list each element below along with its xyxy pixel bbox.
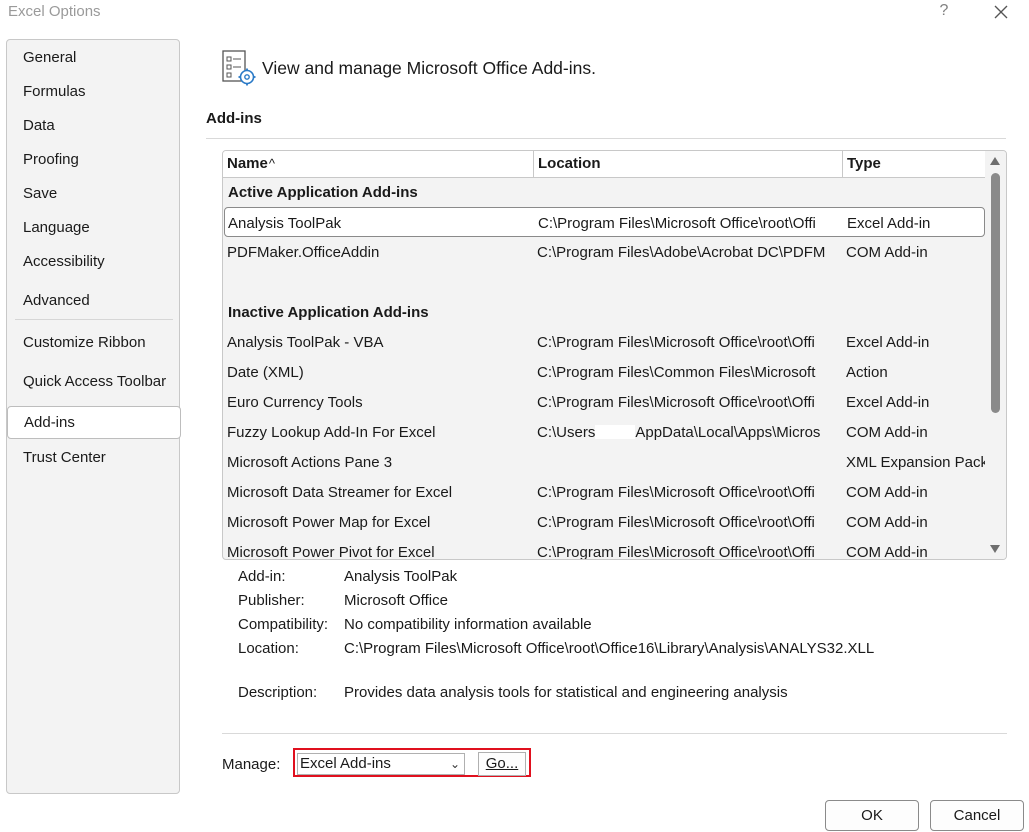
sidebar-item-language[interactable]: Language (23, 219, 90, 236)
ok-button[interactable]: OK (825, 800, 919, 831)
title-bar: Excel Options ? (0, 0, 1029, 26)
addins-table[interactable]: Name^ Location Type Active Application A… (222, 150, 1007, 560)
sidebar-item-formulas[interactable]: Formulas (23, 83, 86, 100)
sidebar-item-add-ins[interactable]: Add-ins (7, 406, 181, 439)
table-row[interactable]: Analysis ToolPak C:\Program Files\Micros… (224, 207, 985, 237)
publisher-label: Publisher: (238, 592, 305, 609)
sidebar-item-proofing[interactable]: Proofing (23, 151, 79, 168)
table-row[interactable]: Date (XML) C:\Program Files\Common Files… (223, 357, 985, 387)
column-header-name[interactable]: Name^ (223, 151, 533, 177)
sidebar-item-save[interactable]: Save (23, 185, 57, 202)
manage-label: Manage: (222, 756, 281, 773)
group-header-inactive: Inactive Application Add-ins (228, 304, 429, 321)
help-icon[interactable]: ? (936, 2, 952, 20)
page-heading: View and manage Microsoft Office Add-ins… (262, 58, 596, 78)
bottom-divider (222, 733, 1007, 734)
column-header-location[interactable]: Location (533, 151, 843, 177)
close-icon[interactable] (991, 2, 1011, 22)
redacted-username (595, 425, 636, 439)
section-title: Add-ins (206, 110, 262, 127)
location-cell: C:\Users AppData\Local\Apps\Micros (537, 424, 821, 441)
sidebar-item-general[interactable]: General (23, 49, 76, 66)
table-row[interactable]: Euro Currency Tools C:\Program Files\Mic… (223, 387, 985, 417)
addin-value: Analysis ToolPak (344, 568, 458, 585)
addins-manage-icon (222, 50, 256, 86)
table-row[interactable]: Microsoft Actions Pane 3 XML Expansion P… (223, 447, 986, 477)
scroll-down-icon[interactable] (990, 545, 1000, 553)
scroll-up-icon[interactable] (990, 157, 1000, 165)
sidebar-divider (15, 319, 173, 320)
column-header-type[interactable]: Type (842, 151, 985, 177)
manage-select[interactable]: Excel Add-ins ⌄ (297, 753, 465, 775)
manage-select-value: Excel Add-ins (300, 755, 391, 772)
table-row[interactable]: Microsoft Power Map for Excel C:\Program… (223, 507, 985, 537)
go-button[interactable]: Go... (478, 752, 526, 776)
table-row[interactable]: Analysis ToolPak - VBA C:\Program Files\… (223, 327, 985, 357)
table-row[interactable]: Microsoft Power Pivot for Excel C:\Progr… (223, 537, 985, 559)
cancel-button[interactable]: Cancel (930, 800, 1024, 831)
sidebar-item-trust-center[interactable]: Trust Center (23, 449, 106, 466)
sidebar-item-accessibility[interactable]: Accessibility (23, 253, 105, 270)
sort-ascending-icon: ^ (268, 156, 275, 171)
sidebar-nav: General Formulas Data Proofing Save Lang… (6, 39, 181, 794)
chevron-down-icon: ⌄ (449, 757, 460, 771)
description-value: Provides data analysis tools for statist… (344, 684, 788, 701)
sidebar-item-quick-access-toolbar[interactable]: Quick Access Toolbar (23, 373, 166, 390)
addin-label: Add-in: (238, 568, 286, 585)
window-title: Excel Options (8, 3, 101, 20)
description-label: Description: (238, 684, 318, 701)
sidebar-item-advanced[interactable]: Advanced (23, 292, 90, 309)
sidebar-item-customize-ribbon[interactable]: Customize Ribbon (23, 334, 146, 351)
table-row[interactable]: Microsoft Data Streamer for Excel C:\Pro… (223, 477, 985, 507)
group-header-active: Active Application Add-ins (228, 184, 418, 201)
vertical-scrollbar[interactable] (985, 151, 1006, 559)
publisher-value: Microsoft Office (344, 592, 448, 609)
sidebar-item-data[interactable]: Data (23, 117, 55, 134)
scrollbar-thumb[interactable] (991, 173, 1000, 413)
table-row[interactable]: Fuzzy Lookup Add-In For Excel C:\Users Ap… (223, 417, 985, 447)
table-header: Name^ Location Type (223, 151, 985, 178)
section-divider (206, 138, 1006, 139)
compatibility-label: Compatibility: (238, 616, 329, 633)
table-row[interactable]: PDFMaker.OfficeAddin C:\Program Files\Ad… (223, 237, 985, 267)
compatibility-value: No compatibility information available (344, 616, 592, 633)
location-label: Location: (238, 640, 299, 657)
location-value: C:\Program Files\Microsoft Office\root\O… (344, 640, 875, 657)
